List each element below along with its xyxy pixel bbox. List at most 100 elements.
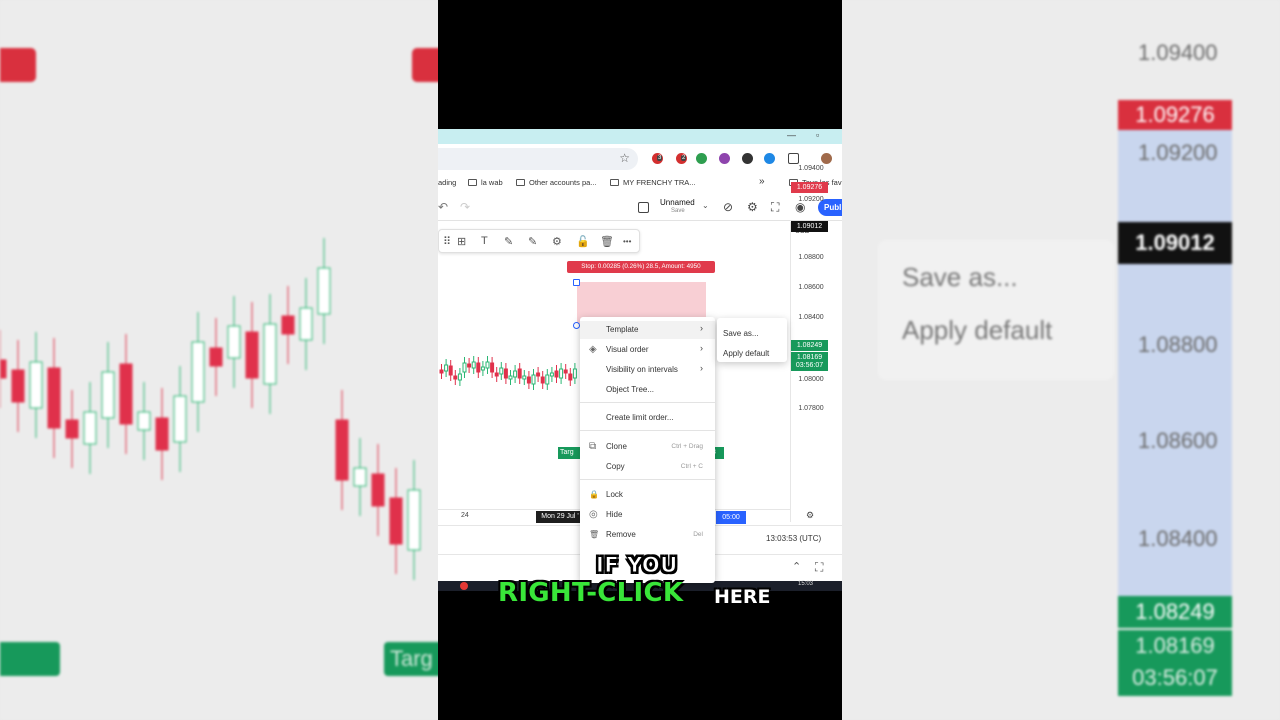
chevron-down-icon[interactable]: ⌄	[702, 201, 709, 210]
profile-avatar[interactable]	[821, 153, 832, 164]
menu-item-clone[interactable]: ⧉ Clone Ctrl + Drag	[580, 438, 715, 456]
candle-body	[559, 368, 564, 379]
bg-price: 1.09200	[1138, 140, 1218, 165]
bookmark-label: Other accounts pa...	[529, 178, 597, 187]
menu-item-object-tree[interactable]: Object Tree...	[580, 381, 715, 399]
menu-item-visual-order[interactable]: ◈ Visual order ›	[580, 341, 715, 359]
price-label: 1.09276	[791, 182, 828, 193]
extension-icon[interactable]	[742, 153, 753, 164]
menu-item-copy[interactable]: Copy Ctrl + C	[580, 458, 715, 476]
maximize-panel-icon[interactable]: ⛶	[815, 560, 823, 575]
minimize-icon[interactable]: —	[787, 130, 796, 140]
menu-item-label: Remove	[606, 530, 636, 539]
fullscreen-icon[interactable]: ⛶	[771, 200, 779, 215]
candle-body	[476, 362, 481, 373]
trash-icon[interactable]: 🗑	[600, 235, 614, 248]
template-icon[interactable]: ⊞	[457, 235, 466, 248]
candle-body	[508, 375, 513, 380]
candle-body	[47, 367, 61, 429]
menu-item-label: Visual order	[606, 345, 649, 354]
bookmarks-overflow[interactable]: »	[759, 176, 765, 187]
bg-context-menu: Save as... Apply default	[878, 240, 1114, 380]
menu-item-label: Visibility on intervals	[606, 365, 678, 374]
drawing-floating-toolbar: ⠿ ⊞ T ✎ ✎ ⚙ 🔓 🗑 •••	[438, 229, 640, 253]
quick-search-icon[interactable]: ⊘	[723, 200, 733, 214]
bookmark-label: MY FRENCHY TRA...	[623, 178, 696, 187]
fill-color-icon[interactable]: ✎	[528, 235, 537, 248]
menu-shortcut: Del	[693, 531, 703, 538]
extensions-puzzle-icon[interactable]	[788, 153, 799, 164]
layers-icon: ◈	[589, 344, 597, 355]
menu-item-lock[interactable]: 🔒 Lock	[580, 486, 715, 504]
menu-item-hide[interactable]: ◎ Hide	[580, 506, 715, 524]
candle-body	[549, 372, 554, 377]
lock-icon[interactable]: 🔓	[576, 235, 590, 248]
submenu-apply-default[interactable]: Apply default	[723, 349, 769, 358]
redo-icon[interactable]: ↷	[460, 200, 470, 214]
line-color-icon[interactable]: ✎	[504, 235, 513, 248]
candle-body	[526, 376, 531, 384]
menu-item-create-limit-order[interactable]: Create limit order...	[580, 409, 715, 427]
address-bar[interactable]: ☆	[438, 148, 638, 170]
menu-item-label: Copy	[606, 462, 625, 471]
bookmark-folder[interactable]: MY FRENCHY TRA...	[610, 178, 696, 187]
utc-clock[interactable]: 13:03:53 (UTC)	[766, 534, 821, 543]
candle-body	[517, 368, 522, 379]
app-icon[interactable]	[460, 582, 468, 590]
candle-body	[490, 362, 495, 373]
extension-icon[interactable]	[696, 153, 707, 164]
bg-price: 1.09400	[1138, 40, 1218, 65]
candle-body	[317, 267, 331, 315]
undo-icon[interactable]: ↶	[438, 200, 448, 214]
bookmark-item[interactable]: ading	[438, 178, 456, 187]
price-label: 1.08000	[798, 376, 824, 383]
bookmark-folder[interactable]: la wab	[468, 178, 503, 187]
extension-icon[interactable]	[764, 153, 775, 164]
candle-body	[522, 375, 527, 380]
price-scale[interactable]: USD	[790, 222, 842, 522]
eye-off-icon: ◎	[589, 509, 598, 520]
lock-icon: 🔒	[589, 490, 599, 499]
more-icon[interactable]: •••	[623, 237, 631, 246]
chevron-up-icon[interactable]: ⌃	[792, 560, 801, 573]
price-label: 03:56:07	[791, 360, 828, 371]
drag-handle-icon[interactable]: ⠿	[443, 235, 451, 248]
price-label: 1.08800	[798, 254, 824, 261]
menu-item-template[interactable]: Template ›	[580, 321, 715, 339]
layout-checkbox[interactable]	[638, 202, 649, 213]
reset-scale-icon[interactable]: ⚙	[806, 510, 814, 521]
extension-badge: 3	[657, 155, 663, 161]
bg-price-green-block: 1.08169 03:56:07	[1118, 630, 1232, 696]
candle-body	[155, 417, 169, 451]
menu-item-remove[interactable]: 🗑 Remove Del	[580, 526, 715, 544]
bg-price-green-value: 1.08169	[1135, 633, 1215, 658]
price-label: 1.08249	[791, 340, 828, 351]
position-handle[interactable]	[573, 279, 580, 286]
bookmark-label: ading	[438, 178, 457, 187]
maximize-icon[interactable]: ▫	[816, 130, 819, 140]
menu-divider	[580, 430, 715, 431]
bg-price: 1.08600	[1138, 428, 1218, 453]
layout-name[interactable]: Unnamed	[660, 198, 695, 207]
settings-icon[interactable]: ⚙	[747, 200, 758, 214]
bookmark-star-icon[interactable]: ☆	[619, 151, 630, 165]
chevron-right-icon: ›	[700, 323, 703, 333]
candle-body	[353, 467, 367, 487]
chevron-right-icon: ›	[700, 363, 703, 373]
candle-body	[444, 364, 449, 372]
caption-line-2-rest: HERE	[714, 586, 771, 608]
bg-price-current: 1.09012	[1118, 222, 1232, 264]
settings-icon[interactable]: ⚙	[552, 235, 562, 248]
extension-icon[interactable]	[719, 153, 730, 164]
taskbar-clock: 15:03	[798, 581, 814, 587]
price-label: 1.08400	[798, 314, 824, 321]
submenu-save-as[interactable]: Save as...	[723, 329, 759, 338]
candle-body	[245, 331, 259, 379]
position-handle[interactable]	[573, 322, 580, 329]
menu-item-visibility-intervals[interactable]: Visibility on intervals ›	[580, 361, 715, 379]
text-icon[interactable]: T	[481, 235, 488, 247]
menu-divider	[580, 402, 715, 403]
bg-left-panel: Targ	[0, 0, 444, 720]
bookmark-folder[interactable]: Other accounts pa...	[516, 178, 597, 187]
price-label: 1.07800	[798, 405, 824, 412]
